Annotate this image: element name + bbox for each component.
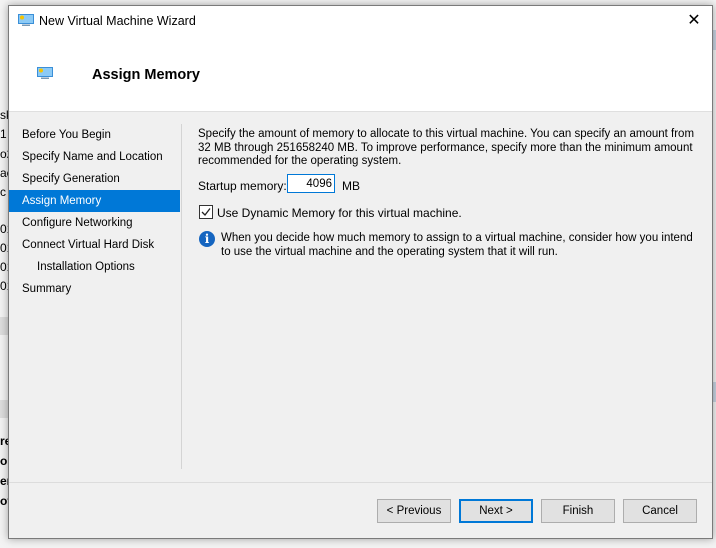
close-button[interactable]: ✕: [682, 10, 706, 32]
next-button[interactable]: Next >: [459, 499, 533, 523]
step-before-you-begin[interactable]: Before You Begin: [9, 124, 180, 146]
title-bar: New Virtual Machine Wizard ✕: [9, 6, 712, 36]
previous-button[interactable]: < Previous: [377, 499, 451, 523]
step-connect-virtual-hard-disk[interactable]: Connect Virtual Hard Disk: [9, 234, 180, 256]
info-text: When you decide how much memory to assig…: [221, 232, 693, 258]
virtual-machine-icon: [37, 67, 53, 79]
page-header: Assign Memory: [9, 36, 712, 112]
footer-divider: [9, 482, 712, 483]
dynamic-memory-checkbox[interactable]: [199, 205, 213, 219]
step-specify-name-location[interactable]: Specify Name and Location: [9, 146, 180, 168]
window-title: New Virtual Machine Wizard: [39, 14, 196, 28]
dynamic-memory-label[interactable]: Use Dynamic Memory for this virtual mach…: [217, 206, 462, 220]
finish-button[interactable]: Finish: [541, 499, 615, 523]
step-installation-options[interactable]: Installation Options: [9, 256, 180, 278]
step-specify-generation[interactable]: Specify Generation: [9, 168, 180, 190]
memory-description: Specify the amount of memory to allocate…: [198, 128, 695, 167]
info-icon: i: [199, 231, 215, 247]
virtual-machine-icon: [18, 14, 34, 26]
startup-memory-input[interactable]: [287, 174, 335, 193]
step-assign-memory[interactable]: Assign Memory: [9, 190, 180, 212]
wizard-dialog: New Virtual Machine Wizard ✕ Assign Memo…: [8, 5, 713, 539]
wizard-steps: Before You Begin Specify Name and Locati…: [9, 124, 180, 300]
startup-memory-label: Startup memory:: [198, 179, 287, 193]
step-configure-networking[interactable]: Configure Networking: [9, 212, 180, 234]
memory-unit: MB: [342, 179, 360, 193]
checkmark-icon: [201, 208, 211, 216]
step-summary[interactable]: Summary: [9, 278, 180, 300]
divider: [181, 124, 182, 469]
cancel-button[interactable]: Cancel: [623, 499, 697, 523]
close-icon: ✕: [687, 12, 701, 29]
page-title: Assign Memory: [92, 67, 200, 83]
